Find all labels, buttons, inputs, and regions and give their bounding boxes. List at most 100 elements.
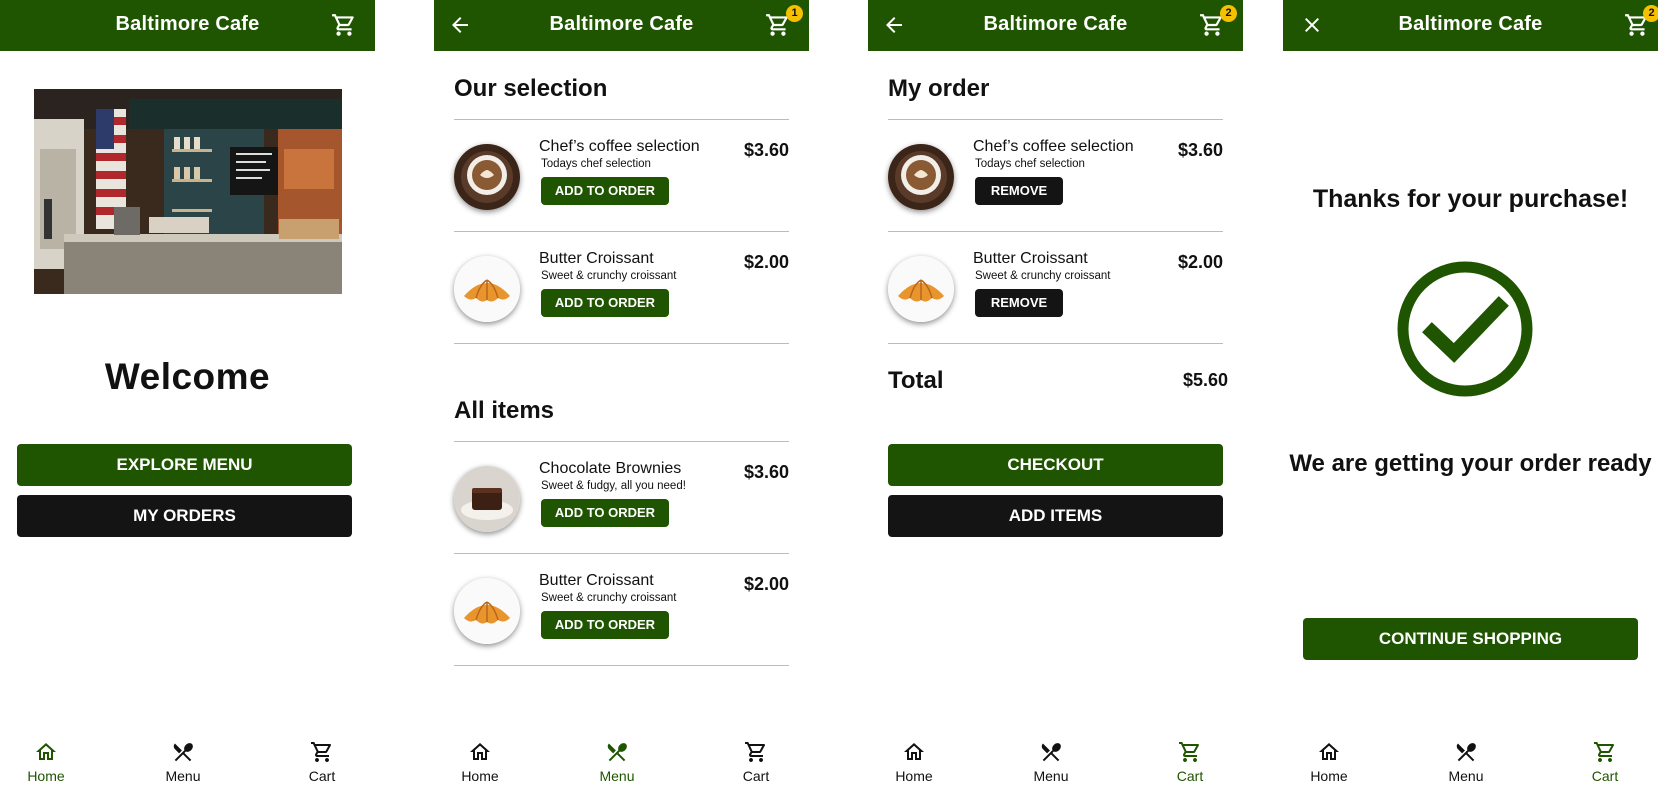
cart-count-badge: 2 xyxy=(1220,5,1237,22)
cafe-interior-photo xyxy=(34,89,342,294)
divider xyxy=(888,343,1223,344)
add-to-order-button[interactable]: ADD TO ORDER xyxy=(541,499,669,527)
item-name: Butter Croissant xyxy=(539,572,654,589)
menu-item: Chocolate Brownies Sweet & fudgy, all yo… xyxy=(454,442,789,552)
nav-home-label: Home xyxy=(895,768,933,784)
app-bar: Baltimore Cafe 2 xyxy=(868,0,1243,51)
nav-home[interactable]: Home xyxy=(869,740,959,784)
item-price: $3.60 xyxy=(743,462,789,482)
nav-home-label: Home xyxy=(461,768,499,784)
item-price: $3.60 xyxy=(1177,140,1223,160)
nav-home-label: Home xyxy=(27,768,65,784)
item-description: Todays chef selection xyxy=(975,158,1085,170)
home-icon xyxy=(470,743,490,760)
my-orders-button[interactable]: MY ORDERS xyxy=(17,495,352,537)
explore-menu-button[interactable]: EXPLORE MENU xyxy=(17,444,352,486)
nav-cart-label: Cart xyxy=(1591,768,1619,784)
welcome-heading: Welcome xyxy=(104,356,271,397)
app-bar: Baltimore Cafe 2 xyxy=(1283,0,1658,51)
utensils-icon xyxy=(607,743,627,762)
app-title: Baltimore Cafe xyxy=(549,13,694,35)
croissant-icon xyxy=(888,256,954,322)
app-title: Baltimore Cafe xyxy=(115,13,260,35)
menu-item: Chef’s coffee selection Todays chef sele… xyxy=(454,120,789,230)
order-status-text: We are getting your order ready xyxy=(1289,450,1652,477)
item-description: Sweet & crunchy croissant xyxy=(541,270,677,282)
bottom-nav: Home Menu Cart xyxy=(0,740,375,800)
home-icon xyxy=(904,743,924,760)
cart-icon xyxy=(311,742,332,762)
page-title: My order xyxy=(888,75,990,102)
app-title: Baltimore Cafe xyxy=(983,13,1128,35)
item-price: $2.00 xyxy=(743,252,789,272)
item-name: Butter Croissant xyxy=(539,250,654,267)
home-icon xyxy=(36,743,56,760)
order-screen: Baltimore Cafe 2 My order Chef’s coffee … xyxy=(868,0,1243,812)
nav-menu[interactable]: Menu xyxy=(572,740,662,784)
brownie-icon xyxy=(454,466,520,532)
croissant-icon xyxy=(454,578,520,644)
nav-menu-label: Menu xyxy=(599,768,635,784)
nav-menu[interactable]: Menu xyxy=(138,740,228,784)
divider xyxy=(454,343,789,344)
home-icon xyxy=(1319,743,1339,760)
nav-cart-label: Cart xyxy=(308,768,336,784)
item-name: Chef’s coffee selection xyxy=(539,138,700,155)
continue-shopping-button[interactable]: CONTINUE SHOPPING xyxy=(1303,618,1638,660)
utensils-icon xyxy=(1456,743,1476,762)
bottom-nav: Home Menu Cart xyxy=(1283,740,1658,800)
checkout-button[interactable]: CHECKOUT xyxy=(888,444,1223,486)
add-items-button[interactable]: ADD ITEMS xyxy=(888,495,1223,537)
item-description: Todays chef selection xyxy=(541,158,651,170)
item-price: $2.00 xyxy=(1177,252,1223,272)
cart-icon xyxy=(745,742,766,762)
nav-cart[interactable]: Cart xyxy=(1560,740,1650,784)
add-to-order-button[interactable]: ADD TO ORDER xyxy=(541,611,669,639)
utensils-icon xyxy=(1041,743,1061,762)
coffee-cup-icon xyxy=(888,144,954,210)
order-item: Chef’s coffee selection Todays chef sele… xyxy=(888,120,1223,230)
item-description: Sweet & crunchy croissant xyxy=(975,270,1111,282)
nav-cart-label: Cart xyxy=(1176,768,1204,784)
menu-item: Butter Croissant Sweet & crunchy croissa… xyxy=(454,554,789,664)
item-name: Chef’s coffee selection xyxy=(973,138,1134,155)
remove-button[interactable]: REMOVE xyxy=(975,289,1063,317)
item-price: $2.00 xyxy=(743,574,789,594)
menu-item: Butter Croissant Sweet & crunchy croissa… xyxy=(454,232,789,342)
nav-menu[interactable]: Menu xyxy=(1421,740,1511,784)
cart-icon[interactable] xyxy=(331,12,357,38)
app-bar: Baltimore Cafe 1 xyxy=(434,0,809,51)
divider xyxy=(454,665,789,666)
confirmation-screen: Baltimore Cafe 2 Thanks for your purchas… xyxy=(1283,0,1658,812)
nav-cart[interactable]: Cart xyxy=(1145,740,1235,784)
coffee-cup-icon xyxy=(454,144,520,210)
check-circle-icon xyxy=(1397,261,1533,397)
cart-count-badge: 2 xyxy=(1643,5,1658,22)
nav-home[interactable]: Home xyxy=(435,740,525,784)
section-title: Our selection xyxy=(454,75,608,102)
nav-home[interactable]: Home xyxy=(1,740,91,784)
nav-cart[interactable]: Cart xyxy=(277,740,367,784)
cart-count-badge: 1 xyxy=(786,5,803,22)
add-to-order-button[interactable]: ADD TO ORDER xyxy=(541,289,669,317)
remove-button[interactable]: REMOVE xyxy=(975,177,1063,205)
home-screen: Baltimore Cafe Welcome EXPLORE MENU MY O… xyxy=(0,0,375,812)
item-description: Sweet & fudgy, all you need! xyxy=(541,480,686,492)
cart-icon xyxy=(1179,742,1200,762)
nav-cart-label: Cart xyxy=(742,768,770,784)
menu-screen: Baltimore Cafe 1 Our selection Chef’s co… xyxy=(434,0,809,812)
item-description: Sweet & crunchy croissant xyxy=(541,592,677,604)
bottom-nav: Home Menu Cart xyxy=(434,740,809,800)
bottom-nav: Home Menu Cart xyxy=(868,740,1243,800)
nav-menu[interactable]: Menu xyxy=(1006,740,1096,784)
add-to-order-button[interactable]: ADD TO ORDER xyxy=(541,177,669,205)
croissant-icon xyxy=(454,256,520,322)
nav-cart[interactable]: Cart xyxy=(711,740,801,784)
nav-home[interactable]: Home xyxy=(1284,740,1374,784)
total-label: Total xyxy=(888,367,944,394)
utensils-icon xyxy=(173,743,193,762)
cart-icon xyxy=(1594,742,1615,762)
item-name: Butter Croissant xyxy=(973,250,1088,267)
item-price: $3.60 xyxy=(743,140,789,160)
app-title: Baltimore Cafe xyxy=(1398,13,1543,35)
